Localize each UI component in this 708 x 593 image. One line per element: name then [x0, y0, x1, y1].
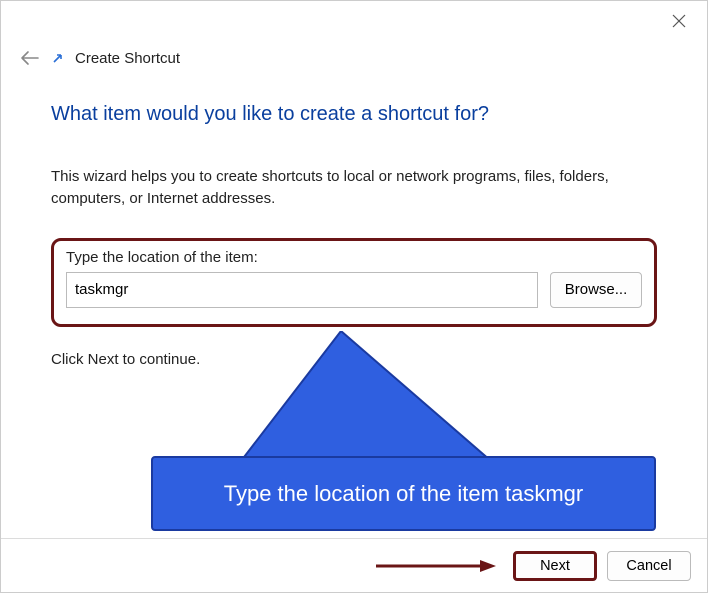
dialog-header: Create Shortcut [1, 1, 707, 79]
next-button[interactable]: Next [513, 551, 597, 581]
close-button[interactable] [669, 11, 689, 31]
browse-button[interactable]: Browse... [550, 272, 642, 308]
create-shortcut-dialog: Create Shortcut What item would you like… [1, 1, 707, 592]
back-arrow-icon[interactable] [19, 47, 41, 69]
location-input[interactable] [66, 272, 538, 308]
cancel-button[interactable]: Cancel [607, 551, 691, 581]
location-input-section: Type the location of the item: Browse... [51, 238, 657, 327]
annotation-arrow-icon [376, 558, 496, 574]
shortcut-icon [51, 51, 65, 65]
page-heading: What item would you like to create a sho… [51, 103, 657, 126]
location-input-label: Type the location of the item: [66, 249, 642, 266]
description-text: This wizard helps you to create shortcut… [51, 166, 657, 210]
dialog-title: Create Shortcut [75, 50, 180, 67]
continue-instruction: Click Next to continue. [51, 351, 657, 368]
dialog-footer: Next Cancel [1, 538, 707, 592]
